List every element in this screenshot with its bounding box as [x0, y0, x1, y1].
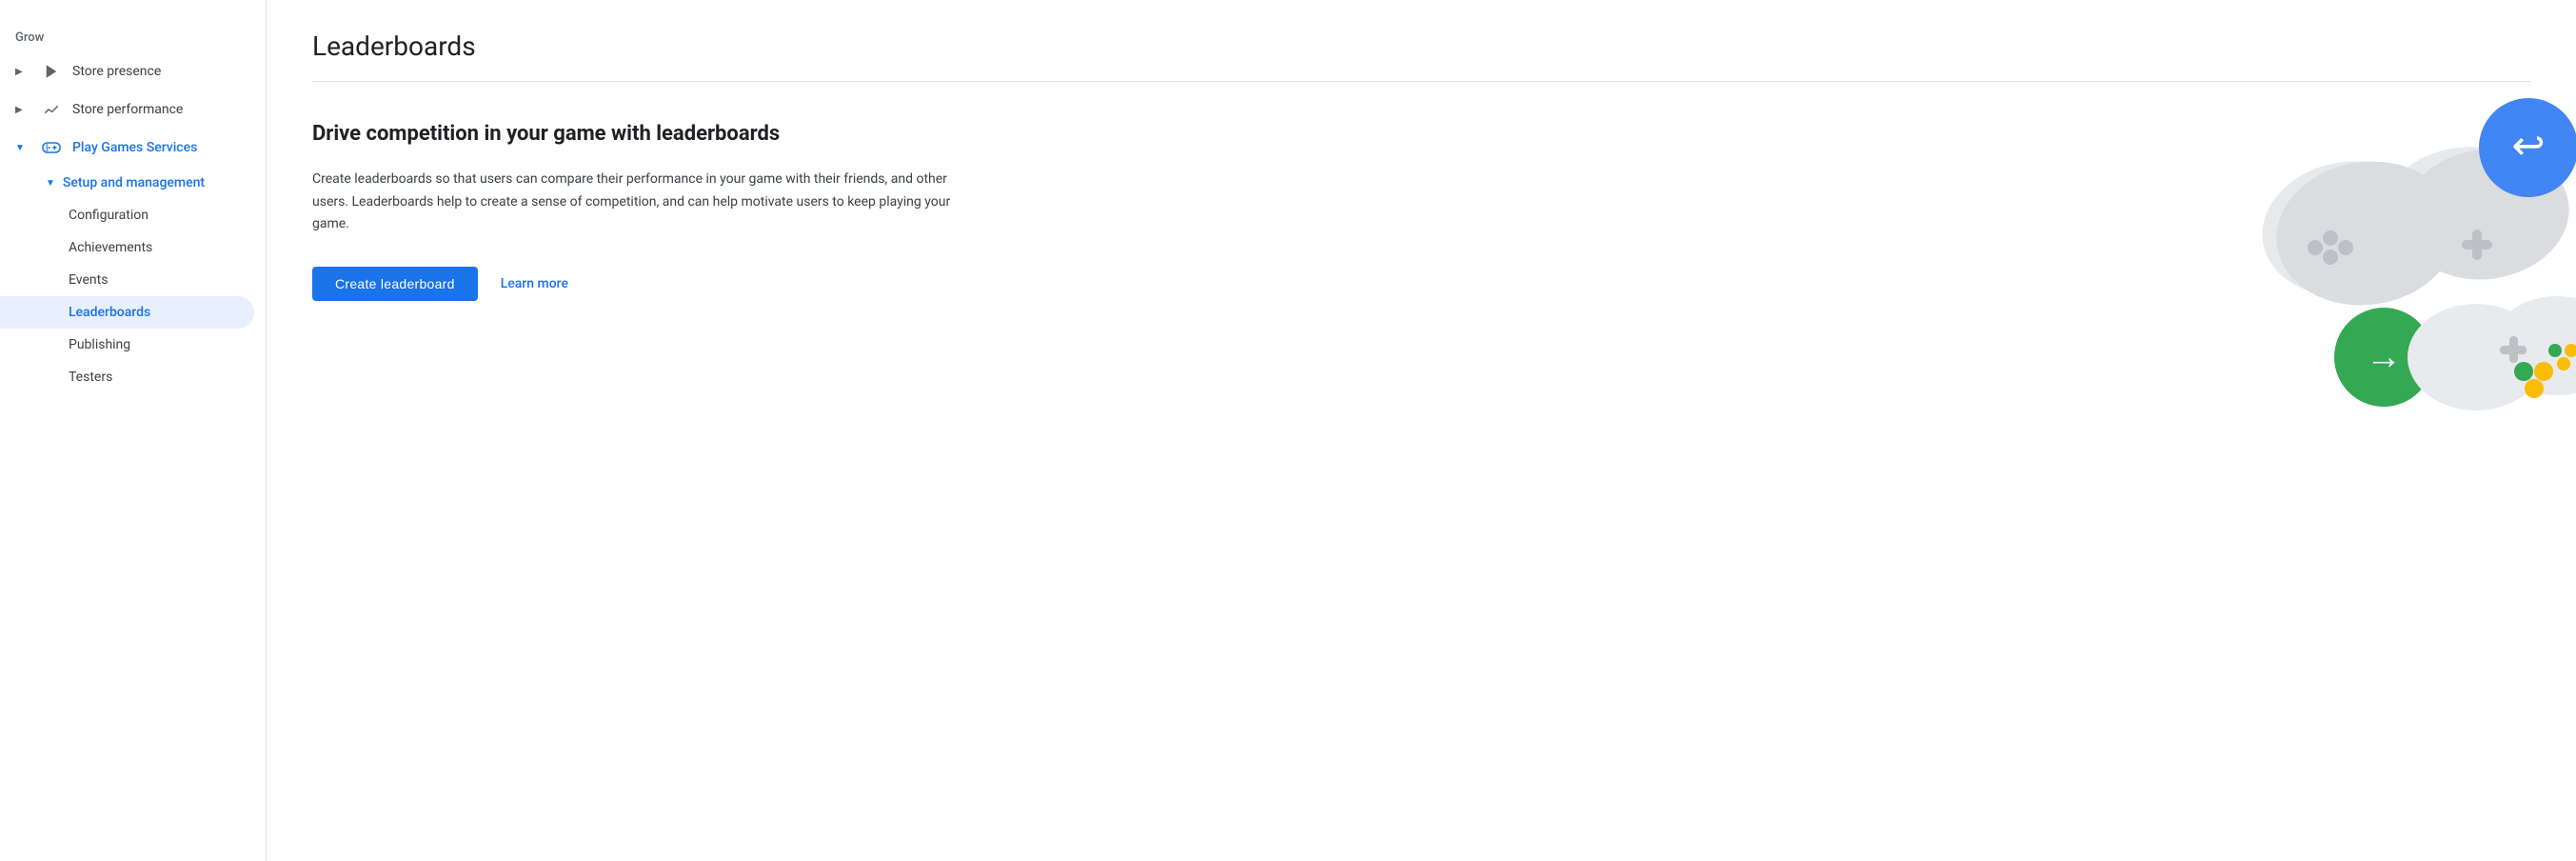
play-games-icon: [42, 138, 61, 157]
sidebar-item-publishing[interactable]: Publishing: [0, 329, 254, 361]
game-controller-illustration: ↩ →: [2233, 76, 2576, 438]
content-description: Create leaderboards so that users can co…: [312, 169, 960, 236]
learn-more-link[interactable]: Learn more: [501, 276, 568, 291]
svg-text:→: →: [2366, 336, 2402, 378]
action-buttons: Create leaderboard Learn more: [312, 267, 960, 301]
sidebar-label-store-performance: Store performance: [72, 102, 183, 117]
create-leaderboard-button[interactable]: Create leaderboard: [312, 267, 478, 301]
expand-icon-play-games: ▼: [15, 143, 30, 153]
store-performance-icon: [42, 100, 61, 119]
main-content: Leaderboards Drive competition in your g…: [267, 0, 2576, 861]
sidebar-label-configuration: Configuration: [69, 208, 149, 223]
sidebar-item-store-performance[interactable]: ▶ Store performance: [0, 90, 254, 129]
svg-text:↩: ↩: [2511, 123, 2545, 170]
illustration: ↩ →: [2233, 76, 2576, 438]
sidebar: Grow ▶ Store presence ▶ Store performanc…: [0, 0, 267, 861]
expand-icon-setup: ▼: [46, 178, 55, 189]
sidebar-item-testers[interactable]: Testers: [0, 361, 254, 393]
expand-icon-store-performance: ▶: [15, 105, 30, 115]
sidebar-item-achievements[interactable]: Achievements: [0, 231, 254, 264]
sidebar-label-events: Events: [69, 272, 108, 288]
sidebar-item-setup-management[interactable]: ▼ Setup and management: [0, 167, 254, 199]
sidebar-label-testers: Testers: [69, 370, 112, 385]
grow-section-label: Grow: [0, 15, 266, 52]
sidebar-item-play-games-services[interactable]: ▼ Play Games Services: [0, 129, 254, 167]
sidebar-item-store-presence[interactable]: ▶ Store presence: [0, 52, 254, 90]
sidebar-label-achievements: Achievements: [69, 240, 152, 255]
sidebar-item-events[interactable]: Events: [0, 264, 254, 296]
sidebar-label-setup-management: Setup and management: [63, 175, 205, 190]
sidebar-label-store-presence: Store presence: [72, 64, 161, 79]
content-text-block: Drive competition in your game with lead…: [312, 120, 960, 301]
store-presence-icon: [42, 62, 61, 81]
expand-icon-store-presence: ▶: [15, 67, 30, 77]
sidebar-label-publishing: Publishing: [69, 337, 130, 352]
sidebar-label-play-games-services: Play Games Services: [72, 140, 197, 155]
sidebar-item-configuration[interactable]: Configuration: [0, 199, 254, 231]
content-area: Drive competition in your game with lead…: [312, 120, 2530, 301]
page-title: Leaderboards: [312, 30, 2530, 62]
sidebar-item-leaderboards[interactable]: Leaderboards: [0, 296, 254, 329]
sidebar-label-leaderboards: Leaderboards: [69, 305, 150, 320]
content-heading: Drive competition in your game with lead…: [312, 120, 960, 150]
page-divider: [312, 81, 2530, 82]
